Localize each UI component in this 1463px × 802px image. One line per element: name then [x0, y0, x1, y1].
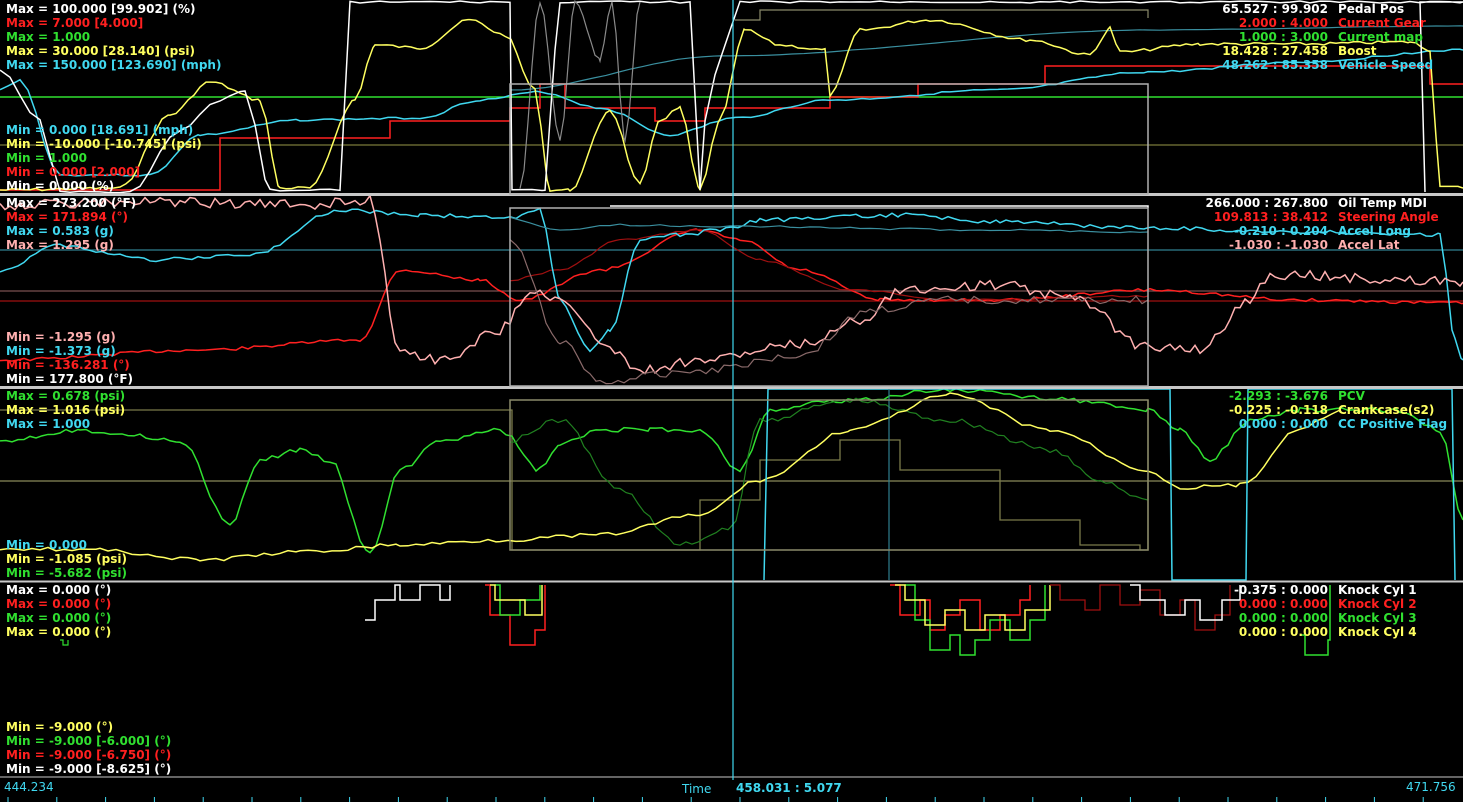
- panel-4-min-label: Min = -9.000 [-6.750] (°): [6, 748, 172, 762]
- panel-2-legend-values: 109.813 : 38.412: [1213, 210, 1328, 224]
- panel-2-legend-channel[interactable]: Steering Angle: [1338, 210, 1439, 224]
- panel-3-max-label: Max = 1.016 (psi): [6, 403, 126, 417]
- trace-crankcase-ref: [0, 400, 1149, 551]
- trace-steering-ref: [509, 228, 1149, 302]
- trace-pcv-ref: [509, 397, 1149, 546]
- panel-2-max-label: Max = 171.894 (°): [6, 210, 128, 224]
- panel-3-legend-channel[interactable]: Crankcase(s2): [1338, 403, 1434, 417]
- time-axis-end: 471.756: [1406, 780, 1456, 794]
- trace-pedal-ref: [519, 0, 641, 189]
- panel-1-max-label: Max = 30.000 [28.140] (psi): [6, 44, 195, 58]
- trace-gear-ref: [735, 9, 1149, 21]
- panel-3-min-label: Min = -1.085 (psi): [6, 552, 127, 566]
- panel-2-legend-channel[interactable]: Accel Lat: [1338, 238, 1399, 252]
- trace-knock-cyl3-b: [905, 584, 1046, 656]
- panel-1-max-label: Max = 100.000 [99.902] (%): [6, 2, 196, 16]
- time-axis-label: Time: [682, 782, 712, 796]
- panel-3-zoom-box: [509, 399, 1149, 551]
- panel-4-min-label: Min = -9.000 [-8.625] (°): [6, 762, 172, 776]
- panel-1-legend-values: 2.000 : 4.000: [1238, 16, 1328, 30]
- panel-1-legend-values: 48.262 : 85.358: [1222, 58, 1328, 72]
- panel-2-min-label: Min = 177.800 (°F): [6, 372, 134, 386]
- panel-1-max-label: Max = 7.000 [4.000]: [6, 16, 144, 30]
- panel-2-min-label: Min = -1.295 (g): [6, 330, 116, 344]
- panel-4-min-label: Min = -9.000 (°): [6, 720, 114, 734]
- panel-2-legend-values: -0.210 : 0.204: [1233, 224, 1328, 238]
- panel-4-max-label: Max = 0.000 (°): [6, 611, 112, 625]
- panel-4-legend-values: 0.000 : 0.000: [1238, 611, 1328, 625]
- panel-3-legend-channel[interactable]: PCV: [1338, 389, 1365, 403]
- panel-3-max-label: Max = 1.000: [6, 417, 91, 431]
- panel-1-legend-values: 1.000 : 3.000: [1238, 30, 1328, 44]
- panel-1-min-label: Min = 1.000: [6, 151, 87, 165]
- panel-3-legend-values: -2.293 : -3.676: [1228, 389, 1328, 403]
- trace-knock-cyl1: [365, 584, 451, 621]
- panel-4-legend-channel[interactable]: Knock Cyl 2: [1338, 597, 1417, 611]
- panel-2-min-label: Min = -136.281 (°): [6, 358, 130, 372]
- panel-4-legend-channel[interactable]: Knock Cyl 1: [1338, 583, 1417, 597]
- panel-4-min-label: Min = -9.000 [-6.000] (°): [6, 734, 172, 748]
- panel-4-legend-channel[interactable]: Knock Cyl 3: [1338, 611, 1417, 625]
- panel-4-max-label: Max = 0.000 (°): [6, 583, 112, 597]
- panel-1-min-label: Min = -10.000 [-10.745] (psi): [6, 137, 202, 151]
- panel-4-max-label: Max = 0.000 (°): [6, 597, 112, 611]
- panel-1-max-label: Max = 150.000 [123.690] (mph): [6, 58, 222, 72]
- panel-1-legend-channel[interactable]: Vehicle Speed: [1338, 58, 1433, 72]
- trace-knock-cyl2-b: [890, 584, 1031, 631]
- panel-4-max-label: Max = 0.000 (°): [6, 625, 112, 639]
- trace-knock-mark: [60, 639, 69, 646]
- panel-2-legend-values: 266.000 : 267.800: [1205, 196, 1328, 210]
- panel-2-max-label: Max = 0.583 (g): [6, 224, 114, 238]
- panel-1-legend-values: 18.428 : 27.458: [1222, 44, 1328, 58]
- panel-1-min-label: Min = 0.000 (%): [6, 179, 115, 193]
- panel-3-legend-channel[interactable]: CC Positive Flag: [1338, 417, 1447, 431]
- panel-3-min-label: Min = 0.000: [6, 538, 87, 552]
- trace-accel-lat-ref: [509, 239, 1149, 385]
- panel-2-legend-values: -1.030 : -1.030: [1228, 238, 1328, 252]
- panel-3-legend-values: -0.225 : -0.118: [1228, 403, 1328, 417]
- panel-1-legend-channel[interactable]: Current map: [1338, 30, 1423, 44]
- time-axis-start: 444.234: [4, 780, 54, 794]
- panel-1-legend-channel[interactable]: Boost: [1338, 44, 1377, 58]
- panel-4-legend-values: 0.000 : 0.000: [1238, 597, 1328, 611]
- panel-2-legend-channel[interactable]: Oil Temp MDI: [1338, 196, 1427, 210]
- panel-1-min-label: Min = 0.000 [2.000]: [6, 165, 141, 179]
- panel-4-legend-channel[interactable]: Knock Cyl 4: [1338, 625, 1417, 639]
- trace-knock-cyl4-b: [895, 584, 1051, 631]
- panel-2-legend-channel[interactable]: Accel Long: [1338, 224, 1411, 238]
- panel-3-legend-values: 0.000 : 0.000: [1238, 417, 1328, 431]
- panel-1-legend-channel[interactable]: Pedal Pos: [1338, 2, 1404, 16]
- panel-1-legend-values: 65.527 : 99.902: [1222, 2, 1328, 16]
- trace-accel-long-ref: [509, 216, 1149, 234]
- panel-2-max-label: Max = 1.295 (g): [6, 238, 114, 252]
- panel-1-legend-channel[interactable]: Current Gear: [1338, 16, 1426, 30]
- panel-1-min-label: Min = 0.000 [18.691] (mph): [6, 123, 194, 137]
- panel-3-min-label: Min = -5.682 (psi): [6, 566, 127, 580]
- panel-1-max-label: Max = 1.000: [6, 30, 91, 44]
- panel-2-min-label: Min = -1.373 (g): [6, 344, 116, 358]
- panel-4-legend-values: -0.375 : 0.000: [1233, 583, 1328, 597]
- panel-3-max-label: Max = 0.678 (psi): [6, 389, 126, 403]
- trace-crankcase: [0, 392, 1341, 562]
- time-cursor-readout: 458.031 : 5.077: [736, 781, 842, 795]
- panel-4-legend-values: 0.000 : 0.000: [1238, 625, 1328, 639]
- panel-2-max-label: Max = 273.200 (°F): [6, 196, 137, 210]
